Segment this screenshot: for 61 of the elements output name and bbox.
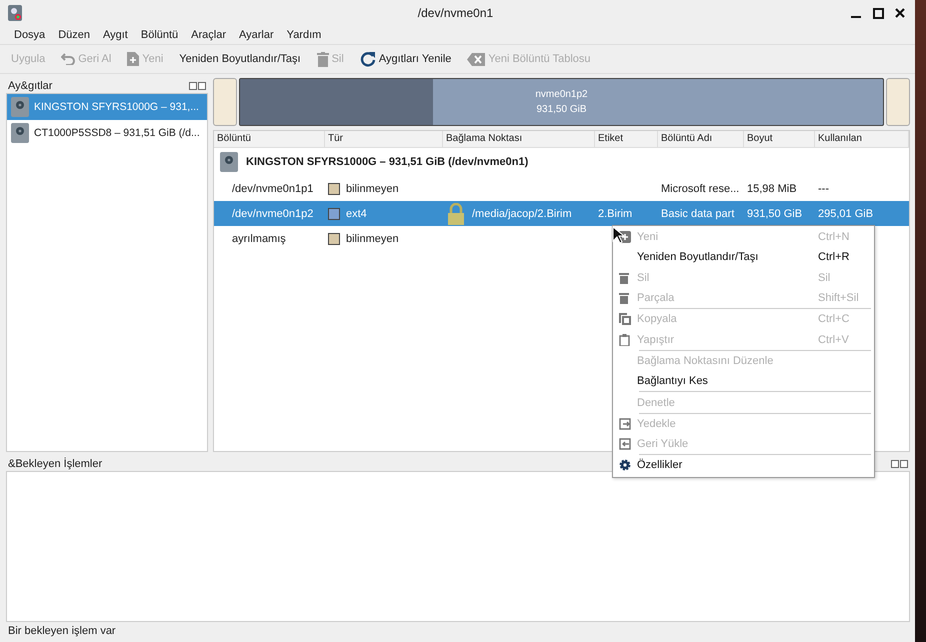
- float-button[interactable]: [891, 460, 899, 468]
- minimize-icon: [851, 16, 861, 18]
- delete-table-icon: [467, 52, 486, 66]
- close-button[interactable]: [893, 6, 907, 20]
- panel-title: Ay&gıtlar: [8, 80, 52, 92]
- table-cell: ext4: [346, 208, 367, 220]
- column-header[interactable]: Bölüntü: [214, 131, 325, 147]
- column-header[interactable]: Tür: [325, 131, 443, 147]
- table-cell: 295,01 GiB: [818, 208, 874, 220]
- table-cell: 2.Birim: [598, 208, 632, 220]
- toolbar-button[interactable]: Yeniden Boyutlandır/Taşı: [176, 53, 304, 65]
- menu-item[interactable]: Özellikler: [613, 455, 874, 476]
- menu-item[interactable]: Araçlar: [185, 29, 234, 41]
- maximize-button[interactable]: [871, 6, 885, 20]
- toolbar-button[interactable]: Aygıtları Yenile: [356, 51, 454, 67]
- partition-size: 931,50 GiB: [536, 103, 587, 117]
- menu-item[interactable]: Bağlantıyı Kes: [613, 371, 874, 392]
- app-icon: [8, 5, 22, 21]
- column-header[interactable]: Etiket: [595, 131, 658, 147]
- table-cell: bilinmeyen: [346, 182, 399, 194]
- refresh-icon: [360, 51, 376, 67]
- clipboard-icon: [619, 334, 630, 346]
- column-header[interactable]: Kullanılan: [815, 131, 909, 147]
- window-title: /dev/nvme0n1: [416, 6, 494, 20]
- settings-icon: [619, 459, 631, 472]
- column-header[interactable]: Bölüntü Adı: [658, 131, 744, 147]
- export-icon: [619, 418, 631, 430]
- partition-name: nvme0n1p2: [535, 88, 588, 102]
- undo-icon: [61, 53, 76, 65]
- menu-item[interactable]: Bölüntü: [134, 29, 186, 41]
- panel-title: &Bekleyen İşlemler: [8, 458, 102, 470]
- trash-icon: [619, 292, 629, 304]
- menu-item[interactable]: Dosya: [8, 29, 52, 41]
- column-header[interactable]: Boyut: [744, 131, 815, 147]
- close-icon: [895, 8, 905, 18]
- table-cell: 15,98 MiB: [747, 182, 797, 194]
- new-document-icon: [127, 52, 140, 66]
- menu-item[interactable]: Yardım: [280, 29, 328, 41]
- menu-item[interactable]: Düzen: [52, 29, 97, 41]
- table-cell: /dev/nvme0n1p1: [232, 182, 314, 194]
- copy-icon: [619, 313, 631, 326]
- table-cell: /media/jacop/2.Birim: [472, 208, 572, 220]
- table-cell: Basic data part: [661, 208, 734, 220]
- table-cell: ---: [818, 182, 829, 194]
- table-cell: 931,50 GiB: [747, 208, 802, 220]
- trash-icon: [619, 272, 629, 284]
- menu-item[interactable]: Ayarlar: [233, 29, 281, 41]
- import-icon: [619, 438, 631, 450]
- menu-item[interactable]: Yeniden Boyutlandır/Taşı Ctrl+R: [613, 247, 874, 268]
- table-cell: /dev/nvme0n1p2: [232, 208, 314, 220]
- device-title: KINGSTON SFYRS1000G – 931,51 GiB (/dev/nvme0n1): [246, 156, 528, 168]
- float-button[interactable]: [189, 82, 197, 90]
- trash-icon: [316, 52, 329, 66]
- column-header[interactable]: Bağlama Noktası: [443, 131, 595, 147]
- device-item[interactable]: CT1000P5SSD8 – 931,51 GiB (/d...: [7, 120, 207, 146]
- table-cell: bilinmeyen: [346, 232, 399, 244]
- maximize-icon: [872, 8, 884, 18]
- table-cell: Microsoft rese...: [661, 182, 740, 194]
- menu-item[interactable]: Aygıt: [96, 29, 135, 41]
- status-text: Bir bekleyen işlem var: [7, 624, 117, 639]
- table-cell: ayrılmamış: [232, 232, 286, 244]
